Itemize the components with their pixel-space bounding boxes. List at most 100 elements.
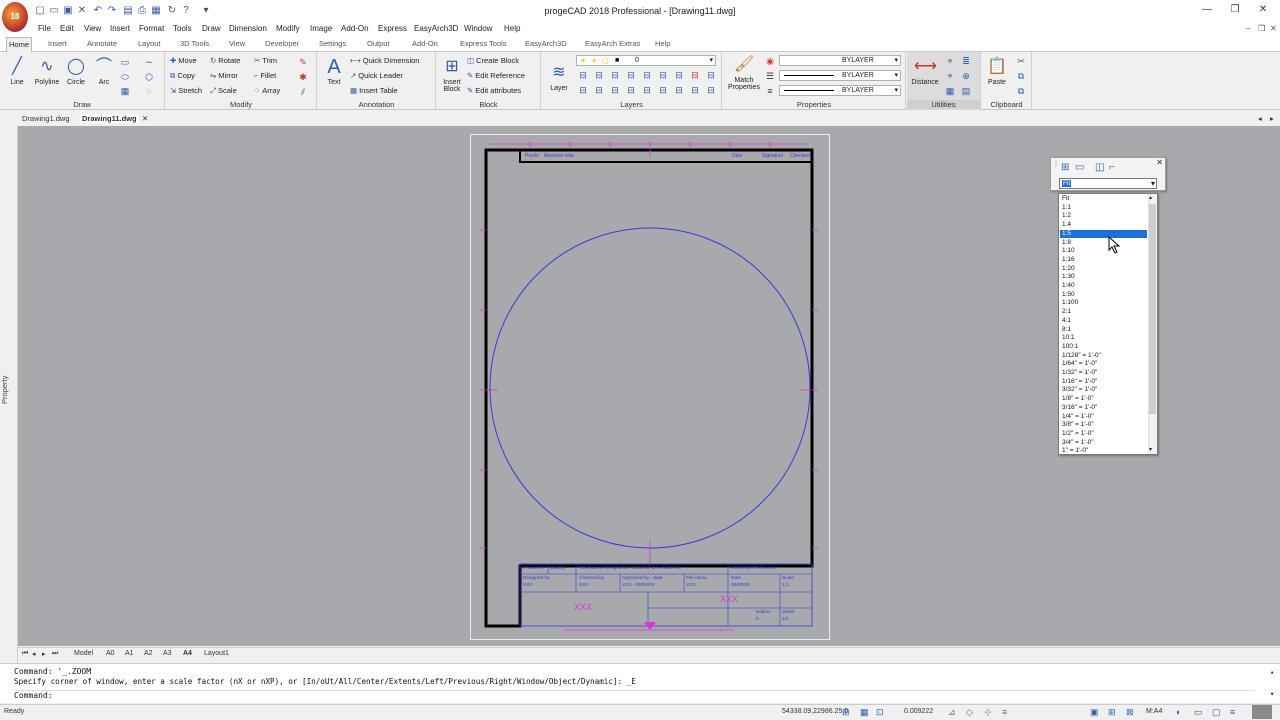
tb-date: Date [731, 576, 742, 581]
grip-icon[interactable]: ⋮ [1053, 160, 1059, 167]
scale-option[interactable]: 1:100 [1060, 299, 1147, 308]
scale-option[interactable]: 1:4 [1060, 221, 1147, 230]
layout-tab-a1[interactable]: A1 [125, 650, 134, 657]
tb-big-text-1: XXX [574, 602, 593, 612]
scale-option[interactable]: 8:1 [1060, 326, 1147, 335]
scale-option[interactable]: 10:1 [1060, 334, 1147, 343]
scrollbar-thumb[interactable] [1149, 204, 1156, 414]
rev-checked: Checked [790, 153, 810, 159]
viewport-toggle-icon[interactable]: ⊞ [1108, 707, 1116, 718]
tb-scale: Scale [782, 576, 794, 581]
scale-option[interactable]: 3/4" = 1'-0" [1060, 439, 1147, 448]
scale-option[interactable]: 1/128" = 1'-0" [1060, 352, 1147, 361]
scale-option[interactable]: 1:8 [1060, 239, 1147, 248]
app-logo[interactable]: 18 [2, 2, 28, 32]
model-space-icon[interactable]: ▣ [1090, 707, 1099, 718]
osnap-icon[interactable]: ◇ [966, 707, 973, 718]
scale-dropdown-list: Fit 1:1 1:2 1:4 1:5 1:8 1:10 1:16 1:20 1:30 1:40 1:… [1058, 193, 1158, 455]
layout-tab-a4[interactable]: A4 [183, 650, 192, 657]
isolate-icon[interactable]: ◐ [1176, 707, 1181, 717]
scale-option[interactable]: 1:5 [1060, 229, 1147, 239]
tb-edition: Edition [756, 610, 771, 615]
scale-option[interactable]: 3/16" = 1'-0" [1060, 404, 1147, 413]
otrack-icon[interactable]: ⊹ [984, 707, 992, 718]
grid-icon[interactable]: ▦ [860, 707, 869, 718]
lineweight-toggle-icon[interactable]: ≡ [1002, 707, 1007, 717]
scale-option[interactable]: 1:50 [1060, 291, 1147, 300]
scale-option[interactable]: 1/64" = 1'-0" [1060, 360, 1147, 369]
scale-option[interactable]: 1" = 1'-0" [1060, 447, 1147, 454]
last-tab-icon[interactable]: ⏭ [52, 650, 58, 658]
first-tab-icon[interactable]: ⏮ [22, 650, 28, 658]
tb-designed-by: Designed by [523, 576, 550, 581]
polar-icon[interactable]: ⊿ [948, 707, 956, 718]
rev-date: Date [732, 153, 743, 159]
tb-big-text-2: XXX [720, 594, 739, 604]
tb-title: Title/Name, designation, material, dimen… [579, 566, 682, 571]
command-input[interactable]: Command: [14, 690, 1254, 702]
scale-option[interactable]: Fit [1060, 195, 1147, 204]
viewport-tool-3-icon[interactable]: ◫ [1095, 162, 1104, 173]
command-window: Command: '_.ZOOM Specify corner of windo… [0, 663, 1280, 703]
scale-option[interactable]: 1:30 [1060, 273, 1147, 282]
scale-option[interactable]: 1:1 [1060, 204, 1147, 213]
layout-tab-a3[interactable]: A3 [163, 650, 172, 657]
revision-text: Pos/lo Revision note Date Signature Chec… [522, 152, 812, 162]
tb-approved-by-value: XXX - 00/00/00 [622, 583, 655, 588]
tb-checked-by-value: XXX [579, 583, 589, 588]
tb-quality: Quality [550, 566, 565, 571]
command-prompt: Command: [14, 691, 53, 700]
scale-option[interactable]: 4:1 [1060, 317, 1147, 326]
sheet-border [484, 148, 814, 628]
scale-current-value: Fit [1062, 180, 1072, 187]
viewport-tool-4-icon[interactable]: ⌐ [1109, 162, 1115, 173]
status-scale-value[interactable]: 0.009222 [904, 708, 933, 715]
scale-option[interactable]: 1/4" = 1'-0" [1060, 413, 1147, 422]
scale-option[interactable]: 3/8" = 1'-0" [1060, 421, 1147, 430]
status-ready: Ready [4, 708, 25, 715]
scale-option[interactable]: 1:40 [1060, 282, 1147, 291]
snap-icon[interactable]: ⊞ [842, 707, 850, 718]
scale-option[interactable]: 1:10 [1060, 247, 1147, 256]
command-history-1: Command: '_.ZOOM [14, 667, 92, 676]
layout-tab-model[interactable]: Model [74, 650, 93, 657]
grid-markers [480, 141, 818, 631]
scale-option[interactable]: 2:1 [1060, 308, 1147, 317]
close-toolbar-icon[interactable]: ✕ [1156, 158, 1163, 167]
scale-option[interactable]: 1/32" = 1'-0" [1060, 369, 1147, 378]
tb-scale-value: 1:1 [782, 583, 789, 588]
scale-option[interactable]: 1:16 [1060, 256, 1147, 265]
ortho-icon[interactable]: ⊡ [876, 707, 884, 718]
status-bar: Ready 54338.09,22986.25,0 ⊞ ▦ ⊡ 0.009222… [0, 704, 1280, 720]
viewport-tool-2-icon[interactable]: ▭ [1075, 162, 1084, 173]
annotation-scale-icon[interactable]: ⊠ [1126, 707, 1134, 718]
tb-file-name-value: XXX [686, 583, 696, 588]
next-tab-icon[interactable]: ▸ [42, 650, 46, 658]
scale-option[interactable]: 1/16" = 1'-0" [1060, 378, 1147, 387]
viewport-scale-dropdown[interactable]: Fit ▾ [1059, 178, 1157, 189]
layout-tab-a0[interactable]: A0 [106, 650, 115, 657]
clean-screen-icon[interactable]: ▢ [1212, 707, 1221, 718]
scale-option[interactable]: 3/32" = 1'-0" [1060, 386, 1147, 395]
tb-designed-by-value: XXX [523, 583, 533, 588]
layout-tab-a2[interactable]: A2 [144, 650, 153, 657]
layout-tabs: ⏮ ◂ ▸ ⏭ Model A0 A1 A2 A3 A4 Layout1 [18, 647, 1280, 660]
status-menu-icon[interactable]: ≡ [1230, 707, 1235, 717]
rev-pos: Pos/lo [525, 153, 539, 159]
scale-option[interactable]: 1/8" = 1'-0" [1060, 395, 1147, 404]
scale-option[interactable]: 1:2 [1060, 212, 1147, 221]
scale-option[interactable]: 1/2" = 1'-0" [1060, 430, 1147, 439]
cmd-scroll-down-icon[interactable]: ▾ [1270, 690, 1274, 698]
viewport-tool-1-icon[interactable]: ⊞ [1061, 162, 1069, 173]
hardware-accel-icon[interactable]: ▭ [1194, 707, 1203, 718]
prev-tab-icon[interactable]: ◂ [32, 650, 36, 658]
notification-badge[interactable] [1252, 705, 1272, 719]
scale-option[interactable]: 100:1 [1060, 343, 1147, 352]
scroll-up-icon[interactable]: ▴ [1149, 194, 1152, 201]
rev-note: Revision note [544, 153, 575, 159]
cmd-scroll-up-icon[interactable]: ▴ [1270, 668, 1274, 676]
scale-option[interactable]: 1:20 [1060, 265, 1147, 274]
scroll-down-icon[interactable]: ▾ [1149, 446, 1152, 453]
layout-tab-layout1[interactable]: Layout1 [204, 650, 229, 657]
status-paper-size[interactable]: M:A4 [1146, 708, 1162, 715]
